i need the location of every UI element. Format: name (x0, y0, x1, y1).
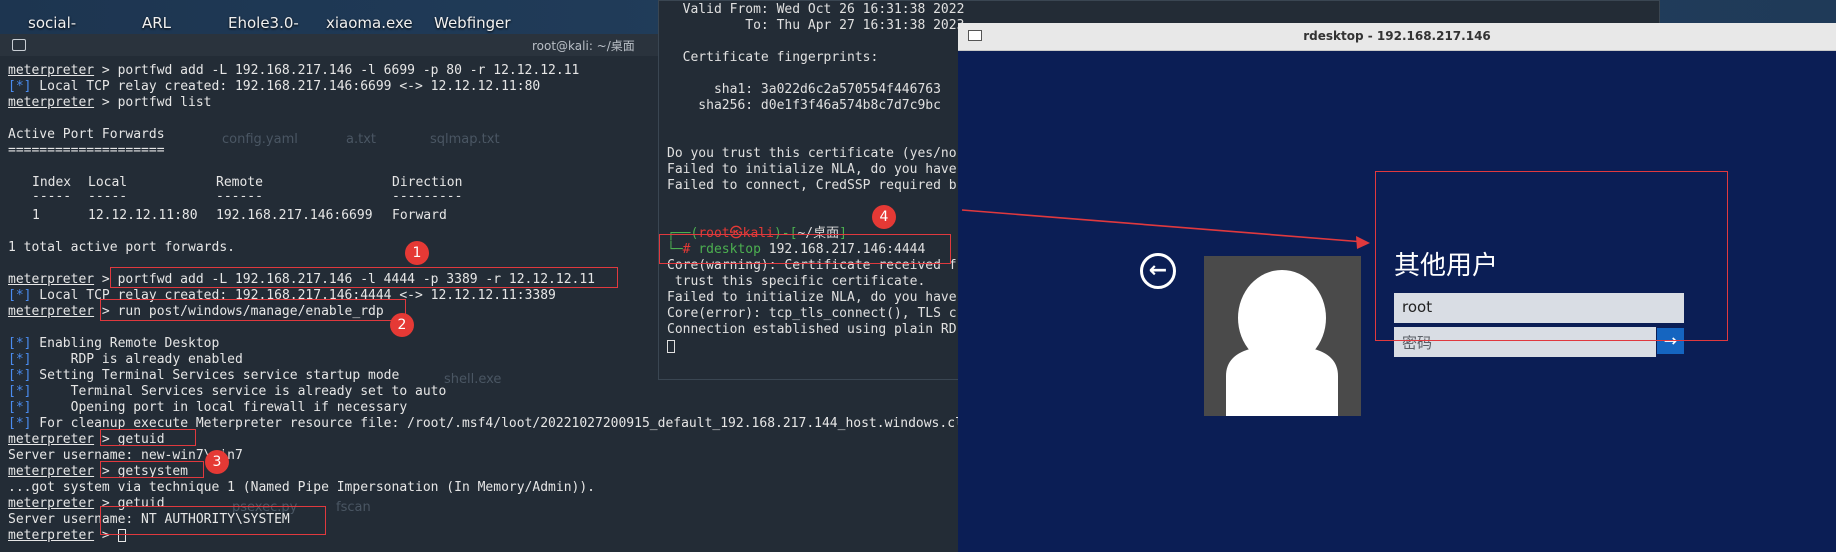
annotation-arrow (961, 209, 1370, 249)
